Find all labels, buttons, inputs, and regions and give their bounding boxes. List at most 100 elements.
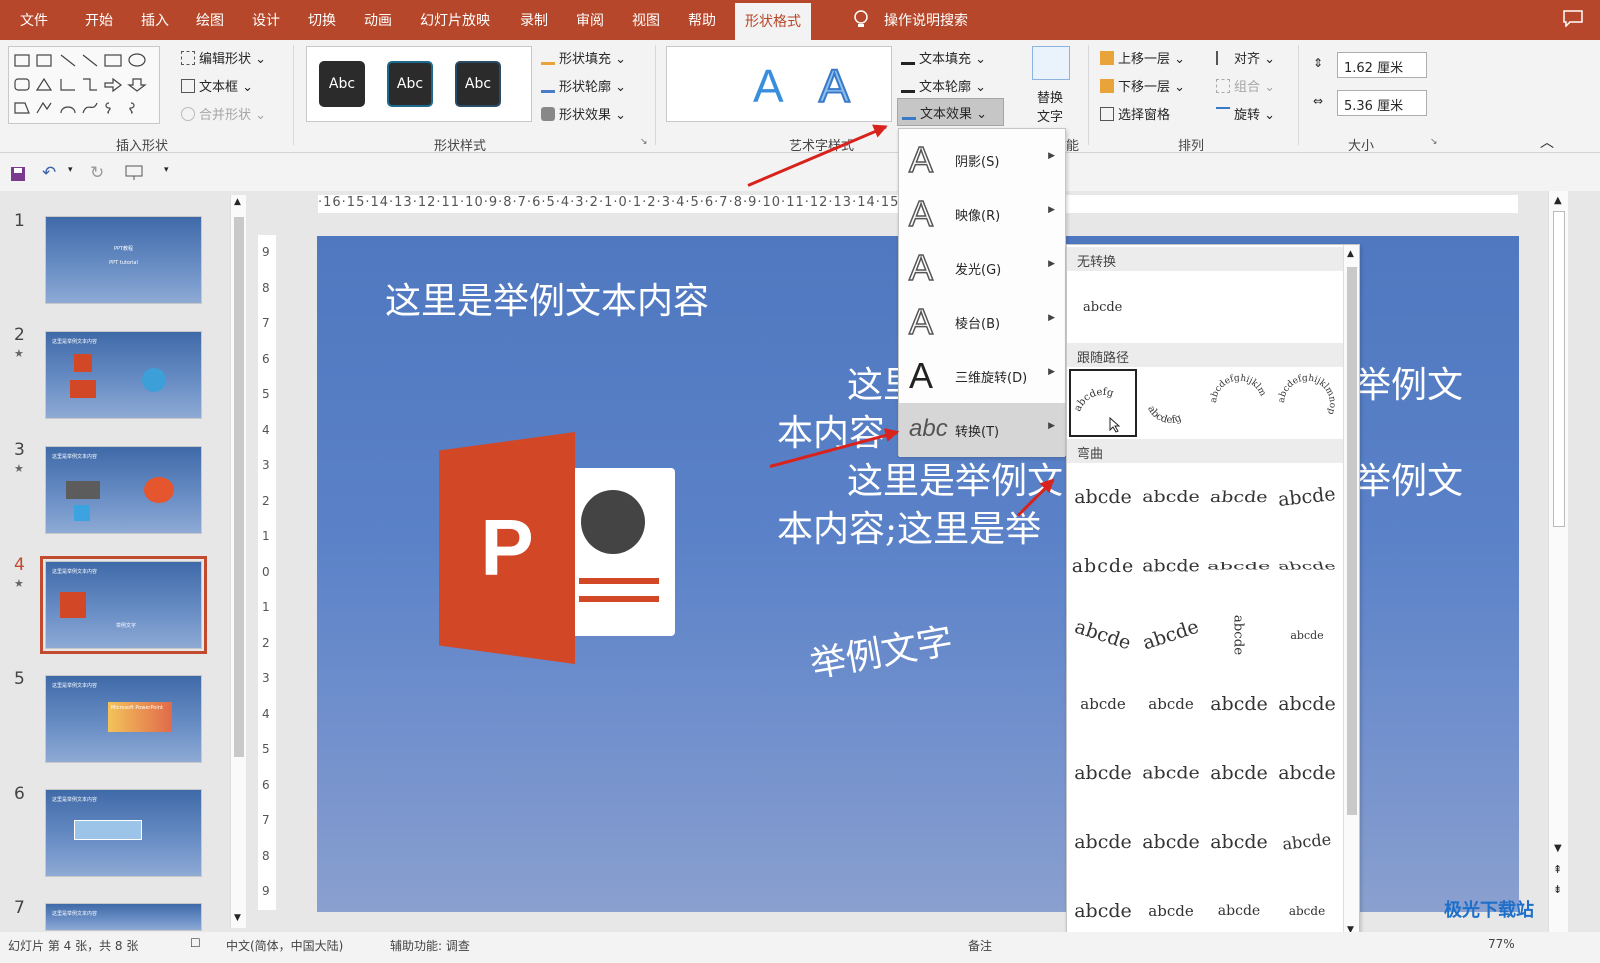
tab-animations[interactable]: 动画: [364, 10, 392, 30]
transform-warp-8[interactable]: abcde: [1273, 532, 1341, 600]
text-effects-button[interactable]: 文本效果 ⌄: [897, 98, 1004, 126]
text-box-button[interactable]: 文本框 ⌄: [181, 76, 253, 95]
curved-wordart-text[interactable]: 举例文字: [806, 612, 957, 688]
transform-warp-24[interactable]: abcde: [1273, 808, 1341, 876]
selection-pane-button[interactable]: 选择窗格: [1100, 104, 1170, 123]
transform-warp-21[interactable]: abcde: [1069, 808, 1137, 876]
comments-icon[interactable]: [1562, 9, 1584, 27]
save-icon[interactable]: [10, 166, 26, 182]
transform-warp-20[interactable]: abcde: [1273, 739, 1341, 807]
menu-item-shadow[interactable]: A 阴影(S) ▶: [899, 133, 1065, 187]
customize-qat-icon[interactable]: ▾: [164, 165, 169, 175]
wordart-style-2[interactable]: A: [818, 59, 851, 113]
body-line-3[interactable]: 这里是举例文: [847, 452, 1063, 504]
transform-warp-5[interactable]: abcde: [1069, 532, 1137, 600]
transform-warp-23[interactable]: abcde: [1205, 808, 1273, 876]
transform-warp-7[interactable]: abcde: [1205, 532, 1273, 600]
slide-thumbnail-3[interactable]: 这里是举例文本内容: [45, 446, 202, 534]
collapse-ribbon-icon[interactable]: ︿: [1540, 132, 1554, 152]
notes-button[interactable]: 备注: [968, 937, 992, 954]
transform-warp-22[interactable]: abcde: [1137, 808, 1205, 876]
transform-warp-14[interactable]: abcde: [1137, 670, 1205, 738]
shape-style-swatch-1[interactable]: Abc: [319, 61, 365, 107]
shape-height-input[interactable]: 1.62 厘米: [1337, 52, 1427, 78]
shape-outline-button[interactable]: 形状轮廓 ⌄: [541, 76, 626, 95]
transform-warp-3[interactable]: abcde: [1205, 463, 1273, 531]
transform-button[interactable]: abcdefghijklmnop: [1273, 369, 1341, 437]
body-line-4[interactable]: 本内容;这里是举: [777, 500, 1041, 552]
send-backward-button[interactable]: 下移一层 ⌄: [1100, 76, 1185, 95]
transform-warp-19[interactable]: abcde: [1205, 739, 1273, 807]
tab-home[interactable]: 开始: [85, 10, 113, 30]
menu-item-glow[interactable]: A 发光(G) ▶: [899, 241, 1065, 295]
transform-warp-1[interactable]: abcde: [1069, 463, 1137, 531]
slide-thumbnail-4-selected[interactable]: 这里是举例文本内容 举例文字: [40, 556, 207, 654]
tab-review[interactable]: 审阅: [576, 10, 604, 30]
accessibility-status[interactable]: 辅助功能: 调查: [390, 937, 470, 954]
transform-warp-10[interactable]: abcde: [1137, 601, 1205, 669]
tell-me-search[interactable]: 操作说明搜索: [884, 10, 968, 30]
present-from-start-icon[interactable]: [124, 165, 144, 181]
text-fill-button[interactable]: 文本填充 ⌄: [901, 48, 986, 67]
scroll-down-icon[interactable]: ▼: [1554, 843, 1562, 854]
transform-warp-17[interactable]: abcde: [1069, 739, 1137, 807]
slide-thumbnail-1[interactable]: PPT教程 PPT tutorial: [45, 216, 202, 304]
previous-slide-icon[interactable]: ⇞: [1553, 863, 1562, 876]
transform-warp-12[interactable]: abcde: [1273, 601, 1341, 669]
wordart-gallery[interactable]: A A: [666, 46, 892, 122]
transform-circle[interactable]: abcdefghijklm: [1205, 369, 1273, 437]
tab-view[interactable]: 视图: [632, 10, 660, 30]
transform-warp-18[interactable]: abcde: [1137, 739, 1205, 807]
transform-none[interactable]: abcde: [1073, 273, 1141, 341]
transform-warp-15[interactable]: abcde: [1205, 670, 1273, 738]
zoom-level[interactable]: 77%: [1488, 937, 1515, 951]
tab-design[interactable]: 设计: [252, 10, 280, 30]
align-button[interactable]: 对齐 ⌄: [1216, 48, 1275, 67]
scroll-up-icon[interactable]: ▲: [1554, 195, 1562, 206]
transform-warp-11[interactable]: abcde: [1205, 601, 1273, 669]
rotate-button[interactable]: 旋转 ⌄: [1216, 104, 1275, 123]
scroll-down-icon[interactable]: ▼: [234, 913, 241, 923]
slide-thumbnail-6[interactable]: 这里是举例文本内容: [45, 789, 202, 877]
slide-thumbnail-2[interactable]: 这里是举例文本内容: [45, 331, 202, 419]
tab-shape-format[interactable]: 形状格式: [735, 3, 811, 40]
slide-thumbnail-5[interactable]: 这里是举例文本内容 Microsoft PowerPoint: [45, 675, 202, 763]
menu-item-3d-rotation[interactable]: A 三维旋转(D) ▶: [899, 349, 1065, 403]
spelling-icon[interactable]: ☐: [190, 936, 201, 950]
transform-warp-2[interactable]: abcde: [1137, 463, 1205, 531]
body-line-3-right[interactable]: 举例文: [1355, 452, 1463, 504]
scroll-thumb[interactable]: [1553, 211, 1565, 527]
undo-dropdown-icon[interactable]: ▾: [68, 165, 73, 175]
wordart-style-1[interactable]: A: [753, 59, 784, 113]
tab-record[interactable]: 录制: [520, 10, 548, 30]
undo-icon[interactable]: ↶: [42, 163, 56, 183]
alt-text-icon[interactable]: [1032, 46, 1070, 80]
tab-transitions[interactable]: 切换: [308, 10, 336, 30]
redo-icon[interactable]: ↻: [90, 163, 104, 183]
menu-item-bevel[interactable]: A 棱台(B) ▶: [899, 295, 1065, 349]
bring-forward-button[interactable]: 上移一层 ⌄: [1100, 48, 1185, 67]
slide-title[interactable]: 这里是举例文本内容: [385, 272, 709, 324]
scroll-up-icon[interactable]: ▲: [234, 197, 241, 207]
scroll-up-icon[interactable]: ▲: [1347, 249, 1354, 259]
shapes-gallery[interactable]: [8, 46, 160, 124]
gallery-scrollbar[interactable]: ▲ ▼: [1343, 245, 1359, 942]
slide-scrollbar[interactable]: ▲ ▼ ⇞ ⇟: [1548, 191, 1568, 932]
scroll-thumb[interactable]: [1347, 267, 1357, 815]
text-outline-button[interactable]: 文本轮廓 ⌄: [901, 76, 986, 95]
transform-arch-up[interactable]: abcdefg: [1069, 369, 1137, 437]
transform-warp-9[interactable]: abcde: [1069, 601, 1137, 669]
tab-insert[interactable]: 插入: [141, 10, 169, 30]
transform-warp-6[interactable]: abcde: [1137, 532, 1205, 600]
shape-effects-button[interactable]: 形状效果 ⌄: [541, 104, 626, 123]
slide-thumbnail-7[interactable]: 这里是举例文本内容: [45, 903, 202, 931]
edit-shape-button[interactable]: 编辑形状 ⌄: [181, 48, 266, 67]
alt-text-line2[interactable]: 文字: [1037, 106, 1063, 125]
tab-draw[interactable]: 绘图: [196, 10, 224, 30]
transform-warp-16[interactable]: abcde: [1273, 670, 1341, 738]
tab-file[interactable]: 文件: [20, 10, 48, 30]
transform-arch-down[interactable]: abcdefg: [1137, 369, 1205, 437]
alt-text-line1[interactable]: 替换: [1037, 87, 1063, 106]
body-line-1-right[interactable]: 举例文: [1355, 356, 1463, 408]
transform-warp-4[interactable]: abcde: [1273, 463, 1341, 531]
